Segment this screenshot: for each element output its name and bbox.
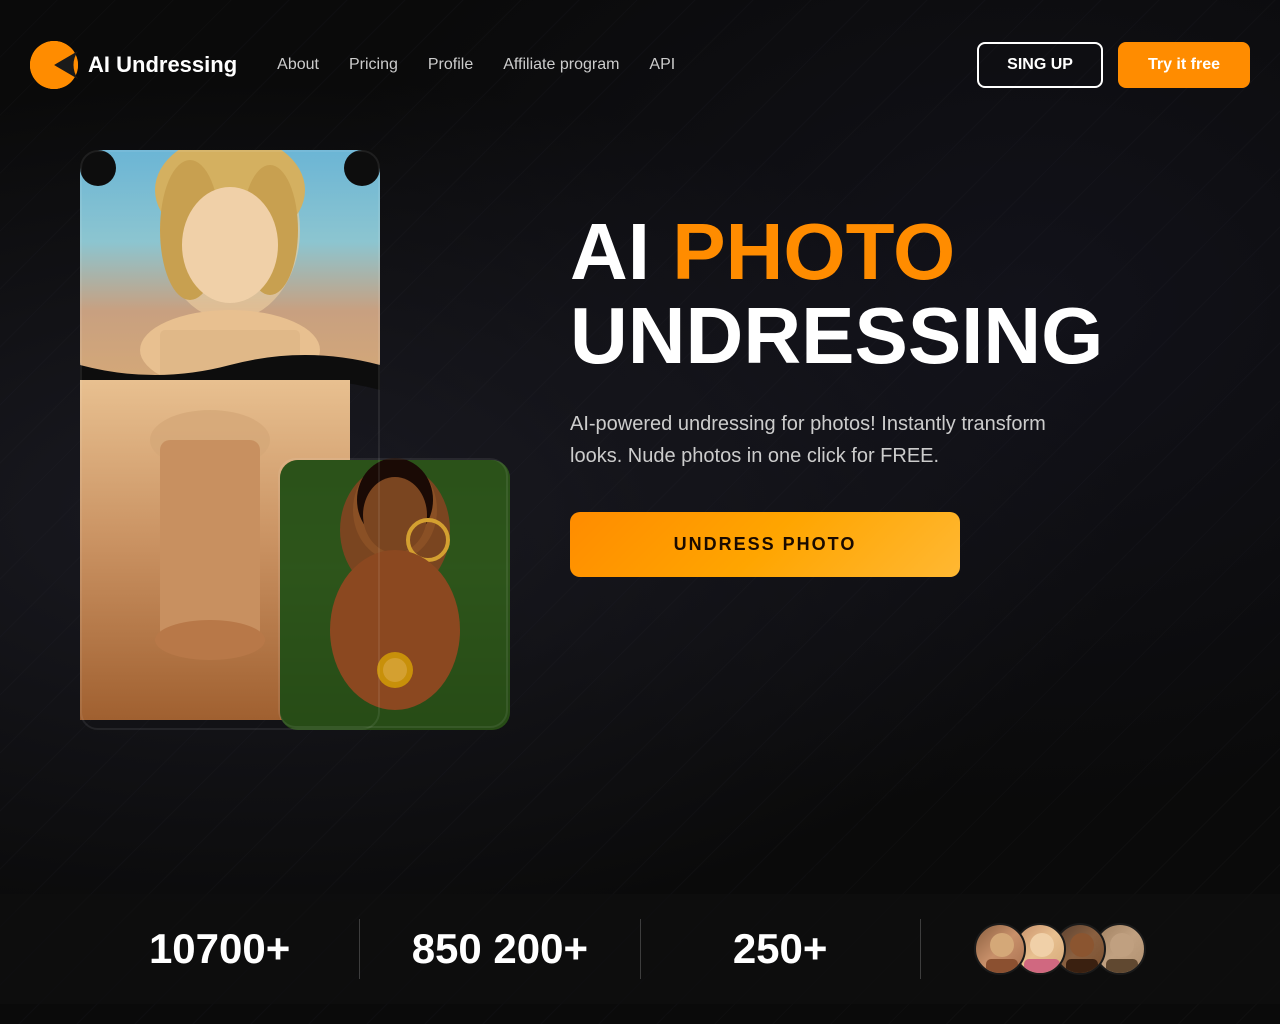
nav-profile[interactable]: Profile [428,56,473,74]
nav-api[interactable]: API [649,56,675,74]
nav-links: About Pricing Profile Affiliate program … [277,56,957,74]
main-content: AI PHOTO UNDRESSING AI-powered undressin… [0,130,1280,720]
nav-actions: SING UP Try it free [977,42,1250,88]
stat-value-2: 850 200+ [412,925,588,973]
stat-avatars [921,923,1200,975]
logo[interactable]: AI Undressing [30,41,237,89]
undress-button[interactable]: UNDRESS PHOTO [570,512,960,577]
collage-svg [80,150,510,730]
nav-about[interactable]: About [277,56,319,74]
logo-svg [30,41,78,89]
stat-item-2: 850 200+ [360,925,639,973]
avatar-1 [974,923,1026,975]
hero-undressing: UNDRESSING [570,291,1103,380]
hero-ai: AI [570,207,672,296]
stat-item-1: 10700+ [80,925,359,973]
avatar-group [974,923,1146,975]
hero-text: AI PHOTO UNDRESSING AI-powered undressin… [570,150,1200,577]
stat-value-1: 10700+ [149,925,290,973]
hero-description: AI-powered undressing for photos! Instan… [570,408,1050,472]
nav-pricing[interactable]: Pricing [349,56,398,74]
logo-text: AI Undressing [88,52,237,78]
logo-icon [30,41,78,89]
image-collage [80,150,510,720]
try-button[interactable]: Try it free [1118,42,1250,88]
hero-photo: PHOTO [672,207,955,296]
stat-item-3: 250+ [641,925,920,973]
stats-bar: 10700+ 850 200+ 250+ [0,894,1280,1004]
hero-title: AI PHOTO UNDRESSING [570,210,1200,378]
stat-value-3: 250+ [733,925,828,973]
navbar: AI Undressing About Pricing Profile Affi… [0,0,1280,130]
signup-button[interactable]: SING UP [977,42,1103,88]
nav-affiliate[interactable]: Affiliate program [503,56,619,74]
